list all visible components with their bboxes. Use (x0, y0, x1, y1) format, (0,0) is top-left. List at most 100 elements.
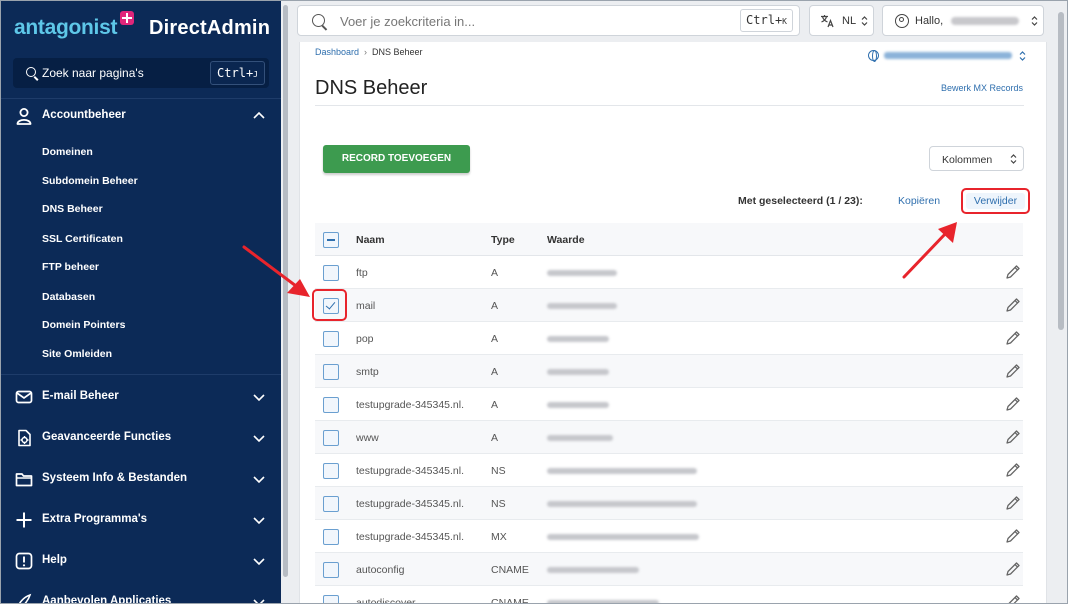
column-header-value[interactable]: Waarde (547, 234, 585, 246)
product-name: DirectAdmin (149, 17, 271, 39)
add-record-button[interactable]: RECORD TOEVOEGEN (323, 145, 470, 173)
sidebar-section-aanbevolen-applicaties[interactable]: Aanbevolen Applicaties (1, 585, 281, 603)
table-row[interactable]: pop A (315, 322, 1023, 355)
edit-mx-records-link[interactable]: Bewerk MX Records (941, 83, 1023, 93)
breadcrumb-separator-icon: › (364, 47, 368, 57)
columns-label: Kolommen (942, 154, 993, 166)
language-label: NL (842, 15, 857, 27)
row-checkbox[interactable] (323, 331, 339, 347)
record-value-redacted (547, 336, 609, 342)
sidebar-section-email-beheer[interactable]: E-mail Beheer (1, 380, 281, 414)
apps-icon (18, 593, 32, 603)
sidebar-section-geavanceerde-functies[interactable]: Geavanceerde Functies (1, 421, 281, 455)
edit-pencil-icon[interactable] (1005, 297, 1021, 313)
table-row[interactable]: testupgrade-345345.nl. NS (315, 454, 1023, 487)
sidebar-section-extra-programmas[interactable]: Extra Programma's (1, 503, 281, 537)
logo[interactable]: antagonist DirectAdmin (14, 11, 276, 45)
row-checkbox[interactable] (323, 529, 339, 545)
updown-chevron-icon (1010, 154, 1017, 164)
edit-pencil-icon[interactable] (1005, 528, 1021, 544)
table-row[interactable]: testupgrade-345345.nl. MX (315, 520, 1023, 553)
chevron-down-icon (253, 517, 265, 525)
copy-button[interactable]: Kopiëren (898, 195, 940, 207)
columns-select[interactable]: Kolommen (929, 146, 1024, 171)
record-type: A (491, 432, 499, 444)
sidebar-item-site-omleiden[interactable]: Site Omleiden (42, 348, 112, 360)
row-checkbox[interactable] (323, 397, 339, 413)
chevron-up-icon (253, 111, 265, 119)
user-icon (16, 108, 32, 125)
row-checkbox[interactable] (323, 595, 339, 604)
sidebar-section-help[interactable]: Help (1, 544, 281, 578)
sidebar-section-accountbeheer[interactable]: Accountbeheer (1, 99, 281, 133)
breadcrumb-dashboard[interactable]: Dashboard (315, 47, 359, 57)
record-type: CNAME (491, 564, 529, 576)
edit-pencil-icon[interactable] (1005, 363, 1021, 379)
sidebar-section-label: Geavanceerde Functies (42, 431, 172, 443)
user-menu[interactable]: Hallo, (882, 5, 1044, 36)
record-name: mail (356, 300, 376, 312)
content-scrollbar[interactable] (1058, 12, 1064, 330)
row-checkbox[interactable] (323, 430, 339, 446)
column-header-name[interactable]: Naam (356, 234, 385, 246)
edit-pencil-icon[interactable] (1005, 462, 1021, 478)
sidebar-section-systeem-info[interactable]: Systeem Info & Bestanden (1, 462, 281, 496)
table-row[interactable]: autodiscover CNAME (315, 586, 1023, 604)
user-avatar-icon (895, 14, 909, 28)
table-row[interactable]: ftp A (315, 256, 1023, 289)
search-icon (26, 67, 36, 77)
table-row[interactable]: autoconfig CNAME (315, 553, 1023, 586)
sidebar-item-domeinen[interactable]: Domeinen (42, 146, 93, 158)
sidebar-item-ftp-beheer[interactable]: FTP beheer (42, 261, 99, 273)
select-all-checkbox[interactable] (323, 232, 339, 248)
sidebar-scrollbar[interactable] (283, 5, 288, 577)
chevron-down-icon (253, 435, 265, 443)
breadcrumb-current: DNS Beheer (372, 47, 423, 57)
edit-pencil-icon[interactable] (1005, 429, 1021, 445)
dns-records-table: Naam Type Waarde ftp Amail Apop Asmtp Atestu… (315, 223, 1023, 604)
sidebar-item-subdomein-beheer[interactable]: Subdomein Beheer (42, 175, 138, 187)
edit-pencil-icon[interactable] (1005, 561, 1021, 577)
edit-pencil-icon[interactable] (1005, 495, 1021, 511)
row-checkbox[interactable] (323, 463, 339, 479)
delete-button[interactable]: Verwijder (966, 193, 1025, 209)
record-name: www (356, 432, 379, 444)
table-row[interactable]: testupgrade-345345.nl. NS (315, 487, 1023, 520)
record-value-redacted (547, 534, 699, 540)
edit-pencil-icon[interactable] (1005, 594, 1021, 604)
brand-logo-text: antagonist (14, 16, 118, 39)
row-checkbox[interactable] (323, 562, 339, 578)
row-checkbox[interactable] (323, 496, 339, 512)
sidebar-search-shortcut: Ctrl+J (210, 61, 265, 85)
table-row[interactable]: smtp A (315, 355, 1023, 388)
language-select[interactable]: NL (809, 5, 874, 36)
sidebar-section-label: Extra Programma's (42, 513, 148, 525)
table-row[interactable]: www A (315, 421, 1023, 454)
edit-pencil-icon[interactable] (1005, 264, 1021, 280)
sidebar-search[interactable]: Zoek naar pagina's Ctrl+J (13, 58, 269, 88)
record-name: smtp (356, 366, 379, 378)
record-type: A (491, 366, 499, 378)
table-row[interactable]: testupgrade-345345.nl. A (315, 388, 1023, 421)
search-icon (312, 14, 325, 27)
domain-selector[interactable] (868, 50, 1028, 64)
sidebar-item-ssl-certificaten[interactable]: SSL Certificaten (42, 233, 123, 245)
search-input[interactable]: Voer je zoekcriteria in... Ctrl+K (297, 5, 800, 36)
sidebar-item-databasen[interactable]: Databasen (42, 291, 95, 303)
folder-icon (15, 473, 33, 487)
updown-chevron-icon (861, 16, 868, 26)
row-checkbox[interactable] (323, 364, 339, 380)
column-header-type[interactable]: Type (491, 234, 515, 246)
sidebar-divider (1, 374, 281, 375)
edit-pencil-icon[interactable] (1005, 330, 1021, 346)
record-name: testupgrade-345345.nl. (356, 531, 464, 543)
row-checkbox[interactable] (323, 265, 339, 281)
table-row[interactable]: mail A (315, 289, 1023, 322)
sidebar-section-label: E-mail Beheer (42, 390, 119, 402)
title-divider (315, 105, 1024, 106)
edit-pencil-icon[interactable] (1005, 396, 1021, 412)
record-type: NS (491, 465, 506, 477)
record-type: A (491, 399, 499, 411)
sidebar-item-dns-beheer[interactable]: DNS Beheer (42, 203, 103, 215)
sidebar-item-domein-pointers[interactable]: Domein Pointers (42, 319, 125, 331)
